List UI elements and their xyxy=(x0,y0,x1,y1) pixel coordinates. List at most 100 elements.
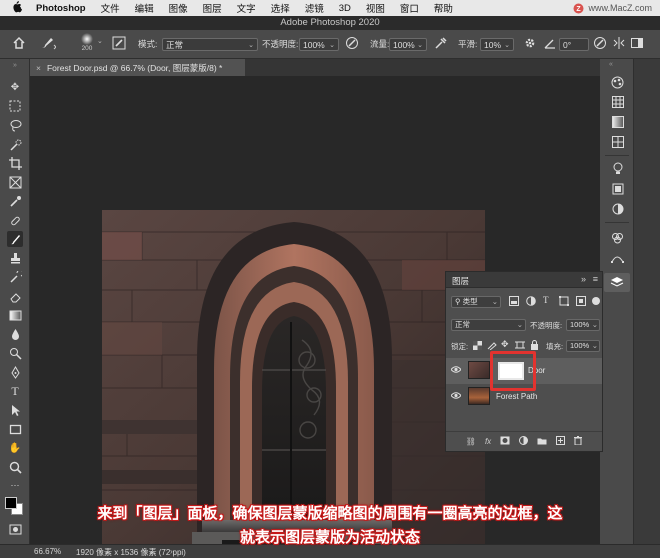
menu-3d[interactable]: 3D xyxy=(339,3,351,14)
menu-file[interactable]: 文件 xyxy=(101,1,120,15)
chevron-right-icon[interactable]: › xyxy=(170,547,173,556)
menu-view[interactable]: 视图 xyxy=(366,1,385,15)
marquee-tool-icon[interactable] xyxy=(7,98,23,114)
pressure-size-icon[interactable] xyxy=(593,36,607,52)
menu-help[interactable]: 帮助 xyxy=(434,1,453,15)
filter-pixel-icon[interactable] xyxy=(509,296,519,308)
menu-image[interactable]: 图像 xyxy=(169,1,188,15)
path-selection-tool-icon[interactable] xyxy=(7,402,23,418)
adjustments-panel-icon[interactable] xyxy=(611,202,624,215)
brush-tool-icon[interactable] xyxy=(40,36,57,52)
smoothing-field[interactable]: 10% ⌄ xyxy=(480,38,514,51)
learn-panel-icon[interactable] xyxy=(611,162,624,175)
type-tool-icon[interactable]: T xyxy=(7,383,23,399)
menu-edit[interactable]: 编辑 xyxy=(135,1,154,15)
healing-brush-tool-icon[interactable] xyxy=(7,212,23,228)
lock-transparent-icon[interactable] xyxy=(473,341,482,352)
menu-filter[interactable]: 滤镜 xyxy=(305,1,324,15)
menu-app-name[interactable]: Photoshop xyxy=(36,3,86,14)
lock-position-icon[interactable]: ✥ xyxy=(501,339,509,350)
history-brush-tool-icon[interactable] xyxy=(7,269,23,285)
opacity-label: 不透明度: xyxy=(262,39,299,49)
menu-type[interactable]: 文字 xyxy=(237,1,256,15)
menu-window[interactable]: 窗口 xyxy=(400,1,419,15)
document-image[interactable] xyxy=(102,210,485,548)
mode-select[interactable]: 正常 ⌄ xyxy=(162,38,258,51)
symmetry-icon[interactable] xyxy=(612,36,626,52)
filter-shape-icon[interactable] xyxy=(559,296,569,308)
pressure-opacity-icon[interactable] xyxy=(345,36,359,52)
crop-tool-icon[interactable] xyxy=(7,155,23,171)
brush-settings-icon[interactable] xyxy=(112,36,126,52)
swatches-panel-icon[interactable] xyxy=(611,95,624,108)
libraries-panel-icon[interactable] xyxy=(611,182,624,195)
chevron-down-icon: ⌄ xyxy=(591,320,598,329)
layer-name[interactable]: Forest Path xyxy=(496,392,537,401)
filter-smart-object-icon[interactable] xyxy=(576,296,586,308)
layer-opacity-field[interactable]: 100% ⌄ xyxy=(566,319,600,331)
filter-toggle-icon[interactable] xyxy=(592,297,600,305)
fx-icon[interactable]: fx xyxy=(485,437,491,446)
hand-tool-icon[interactable]: ✋ xyxy=(7,440,23,456)
lasso-tool-icon[interactable] xyxy=(7,117,23,133)
panel-menu-icon[interactable]: ≡ xyxy=(593,274,598,284)
new-layer-icon[interactable] xyxy=(556,436,566,447)
opacity-field[interactable]: 100% ⌄ xyxy=(299,38,339,51)
blend-mode-select[interactable]: 正常 ⌄ xyxy=(451,319,526,331)
chevron-down-icon: ⌄ xyxy=(504,41,510,49)
airbrush-icon[interactable] xyxy=(434,36,448,52)
filter-type-icon[interactable]: T xyxy=(543,295,549,305)
chevron-down-icon[interactable]: ⌄ xyxy=(97,37,103,45)
brush-tool-icon[interactable] xyxy=(7,231,23,247)
clone-stamp-tool-icon[interactable] xyxy=(7,250,23,266)
lock-label: 锁定: xyxy=(451,342,469,351)
gear-icon[interactable] xyxy=(523,36,537,52)
zoom-level[interactable]: 66.67% xyxy=(34,547,61,556)
more-tools-icon[interactable]: ··· xyxy=(7,477,23,493)
collapse-icon[interactable]: « xyxy=(609,61,613,68)
home-icon[interactable] xyxy=(12,36,26,52)
close-icon[interactable]: × xyxy=(36,63,41,73)
watermark: Z www.MacZ.com xyxy=(573,0,660,16)
flow-field[interactable]: 100% ⌄ xyxy=(389,38,427,51)
eye-icon[interactable] xyxy=(450,366,462,375)
color-panel-icon[interactable] xyxy=(611,76,624,89)
channels-panel-icon[interactable] xyxy=(611,231,624,244)
frame-tool-icon[interactable] xyxy=(7,174,23,190)
workspace-icon[interactable] xyxy=(630,36,644,52)
quick-selection-tool-icon[interactable] xyxy=(7,136,23,152)
layers-panel-tab[interactable] xyxy=(604,273,630,292)
layer-thumbnail[interactable] xyxy=(468,387,490,405)
filter-kind-select[interactable]: ⚲ 类型 ⌄ xyxy=(451,296,501,308)
collapse-panel-icon[interactable]: » xyxy=(581,274,586,284)
adjustment-layer-icon[interactable] xyxy=(519,436,529,447)
eraser-tool-icon[interactable] xyxy=(7,288,23,304)
layer-thumbnail[interactable] xyxy=(468,361,490,379)
gradient-tool-icon[interactable] xyxy=(7,307,23,323)
fill-field[interactable]: 100% ⌄ xyxy=(566,340,600,352)
new-group-icon[interactable] xyxy=(537,437,547,447)
pen-tool-icon[interactable] xyxy=(7,364,23,380)
dodge-tool-icon[interactable] xyxy=(7,345,23,361)
paths-panel-icon[interactable] xyxy=(611,251,624,264)
layers-panel-title: 图层 xyxy=(452,276,470,286)
document-tab[interactable]: × Forest Door.psd @ 66.7% (Door, 图层蒙版/8)… xyxy=(30,59,245,76)
collapse-icon[interactable]: » xyxy=(7,61,23,69)
link-layers-icon[interactable]: ⛓ xyxy=(466,437,476,446)
trash-icon[interactable] xyxy=(574,436,583,447)
gradients-panel-icon[interactable] xyxy=(611,115,624,128)
apple-icon[interactable] xyxy=(12,0,23,16)
add-mask-icon[interactable] xyxy=(500,436,510,447)
rectangle-tool-icon[interactable] xyxy=(7,421,23,437)
brush-preset-picker[interactable]: 200 xyxy=(80,33,94,52)
move-tool-icon[interactable]: ✥ xyxy=(7,79,23,95)
zoom-tool-icon[interactable] xyxy=(7,459,23,475)
angle-field[interactable]: 0° xyxy=(559,38,589,51)
blur-tool-icon[interactable] xyxy=(7,326,23,342)
patterns-panel-icon[interactable] xyxy=(611,135,624,148)
menu-select[interactable]: 选择 xyxy=(271,1,290,15)
eye-icon[interactable] xyxy=(450,392,462,401)
filter-adjustment-icon[interactable] xyxy=(526,296,536,308)
menu-layer[interactable]: 图层 xyxy=(203,1,222,15)
eyedropper-tool-icon[interactable] xyxy=(7,193,23,209)
